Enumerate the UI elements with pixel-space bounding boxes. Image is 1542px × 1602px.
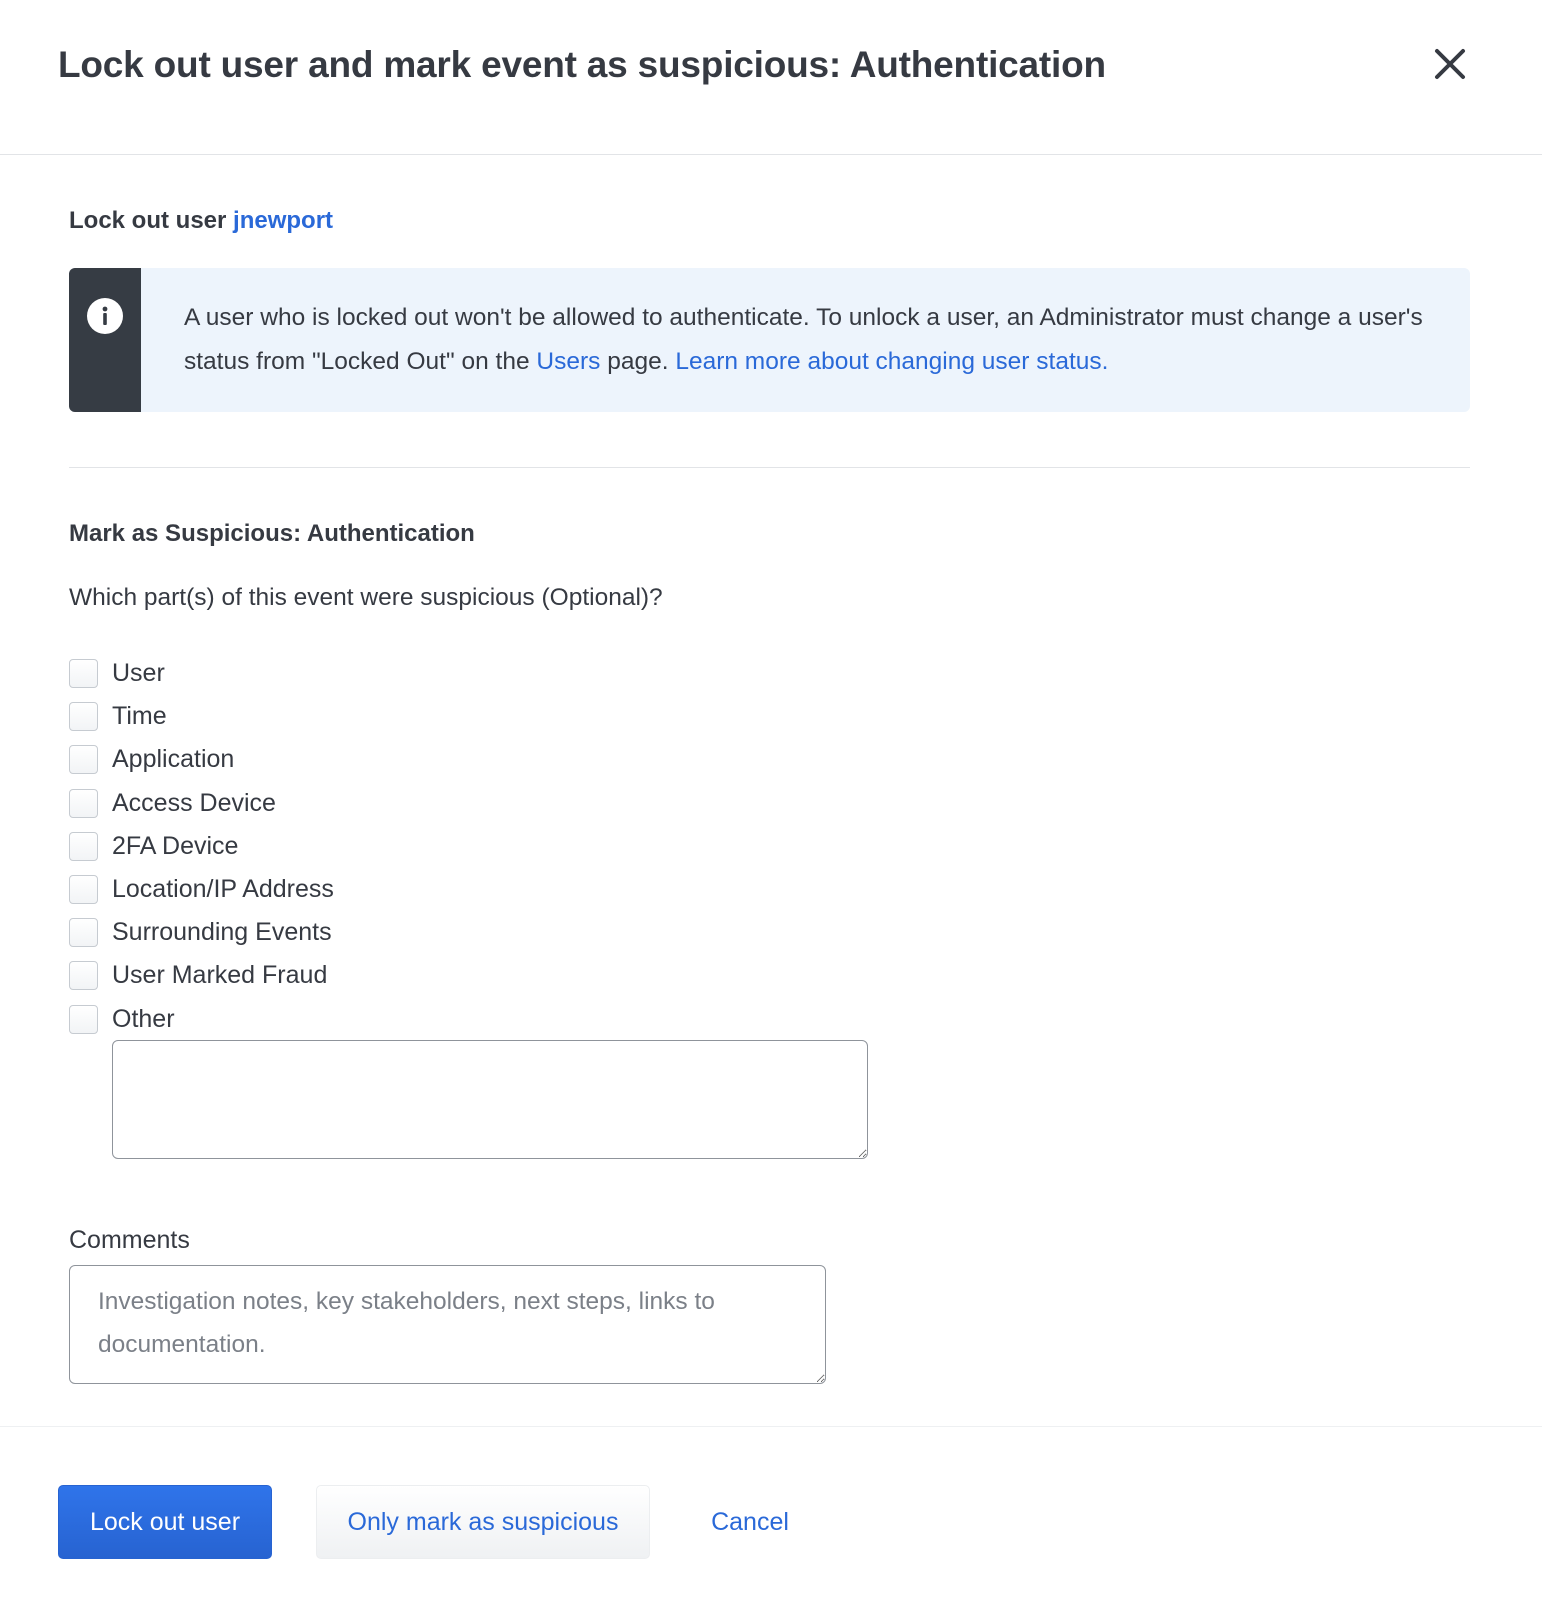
option-user[interactable]: User xyxy=(69,652,334,695)
option-access-device-checkbox[interactable] xyxy=(69,788,98,818)
close-button[interactable] xyxy=(1432,46,1468,82)
modal-header: Lock out user and mark event as suspicio… xyxy=(0,0,1542,155)
comments-textarea[interactable] xyxy=(69,1265,826,1384)
option-access-device[interactable]: Access Device xyxy=(69,782,334,825)
option-label: 2FA Device xyxy=(112,831,239,860)
info-icon xyxy=(87,298,123,334)
suspicious-heading: Mark as Suspicious: Authentication xyxy=(69,520,475,547)
option-surrounding-events[interactable]: Surrounding Events xyxy=(69,911,334,954)
alert-icon-bar xyxy=(69,268,141,412)
option-label: Other xyxy=(112,1004,175,1033)
suspicious-options: User Time Application Access Device 2FA … xyxy=(69,652,334,1041)
only-mark-suspicious-button[interactable]: Only mark as suspicious xyxy=(316,1485,650,1559)
cancel-button[interactable]: Cancel xyxy=(690,1485,810,1559)
lock-out-user-button[interactable]: Lock out user xyxy=(58,1485,272,1559)
option-label: Time xyxy=(112,702,167,731)
option-user-marked-fraud[interactable]: User Marked Fraud xyxy=(69,954,334,997)
option-2fa-device-checkbox[interactable] xyxy=(69,831,98,861)
option-2fa-device[interactable]: 2FA Device xyxy=(69,825,334,868)
option-time-checkbox[interactable] xyxy=(69,702,98,732)
option-label: User xyxy=(112,659,165,688)
option-label: Access Device xyxy=(112,788,276,817)
option-user-checkbox[interactable] xyxy=(69,659,98,689)
close-icon xyxy=(1435,49,1465,79)
comments-label: Comments xyxy=(69,1226,190,1254)
option-other[interactable]: Other xyxy=(69,998,334,1041)
section-divider xyxy=(69,467,1470,468)
username-link[interactable]: jnewport xyxy=(233,207,333,234)
option-other-checkbox[interactable] xyxy=(69,1004,98,1034)
users-page-link[interactable]: Users xyxy=(536,348,600,375)
option-label: Application xyxy=(112,745,235,774)
modal-title: Lock out user and mark event as suspicio… xyxy=(58,44,1106,85)
option-application-checkbox[interactable] xyxy=(69,745,98,775)
alert-text-part2: page. xyxy=(607,348,669,375)
option-surrounding-events-checkbox[interactable] xyxy=(69,918,98,948)
option-location-ip-checkbox[interactable] xyxy=(69,875,98,905)
lockout-modal: Lock out user and mark event as suspicio… xyxy=(0,0,1542,1602)
lockout-heading-prefix: Lock out user xyxy=(69,207,227,234)
option-time[interactable]: Time xyxy=(69,695,334,738)
option-user-marked-fraud-checkbox[interactable] xyxy=(69,961,98,991)
lockout-heading: Lock out user jnewport xyxy=(69,207,333,235)
suspicious-question: Which part(s) of this event were suspici… xyxy=(69,584,663,611)
learn-more-link[interactable]: Learn more about changing user status. xyxy=(675,348,1108,375)
option-label: User Marked Fraud xyxy=(112,961,328,990)
modal-footer: Lock out user Only mark as suspicious Ca… xyxy=(0,1426,1542,1602)
other-details-textarea[interactable] xyxy=(112,1040,868,1159)
option-application[interactable]: Application xyxy=(69,738,334,781)
option-label: Surrounding Events xyxy=(112,918,332,947)
option-location-ip[interactable]: Location/IP Address xyxy=(69,868,334,911)
alert-message: A user who is locked out won't be allowe… xyxy=(184,296,1444,384)
option-label: Location/IP Address xyxy=(112,875,334,904)
info-alert: A user who is locked out won't be allowe… xyxy=(69,268,1470,412)
